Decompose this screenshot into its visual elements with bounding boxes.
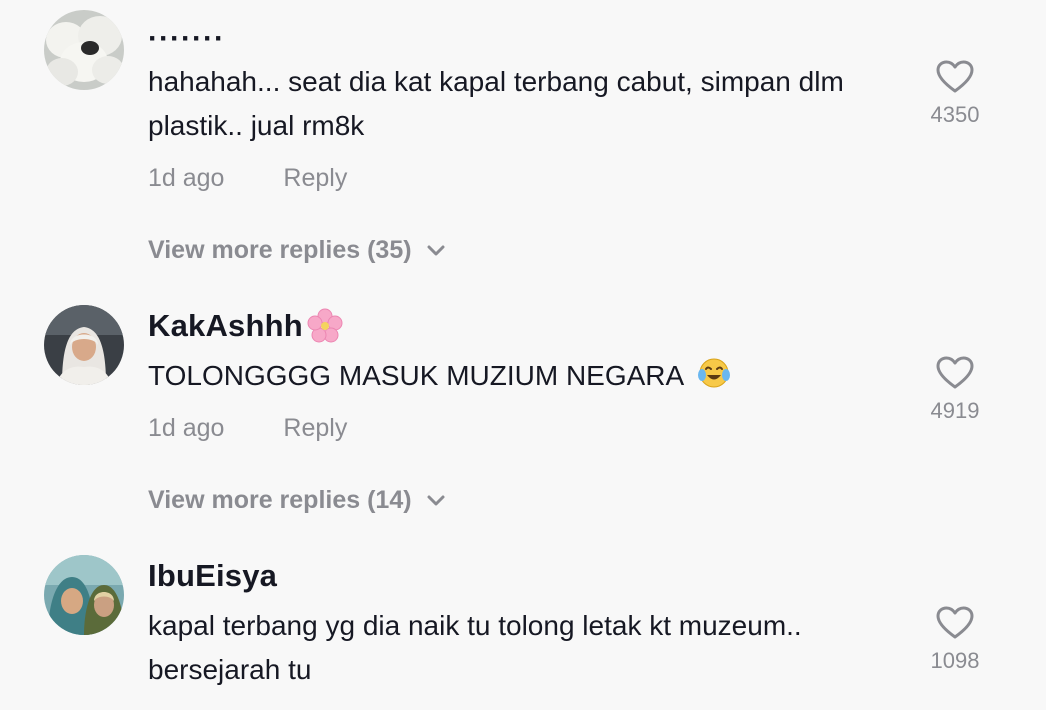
- reply-button[interactable]: Reply: [283, 414, 347, 442]
- comment-text: hahahah... seat dia kat kapal terbang ca…: [148, 66, 844, 141]
- timestamp: 1d ago: [148, 414, 225, 442]
- username[interactable]: KakAshhh: [148, 308, 343, 344]
- avatar[interactable]: [44, 305, 124, 385]
- username[interactable]: ·······: [148, 22, 225, 56]
- heart-outline-icon: [936, 60, 974, 93]
- view-more-label: View more replies (35): [148, 236, 412, 264]
- chevron-down-icon: [427, 245, 445, 255]
- view-more-replies-button[interactable]: View more replies (35): [148, 236, 446, 265]
- like-count: 1098: [930, 648, 980, 673]
- like-button[interactable]: 4350: [920, 60, 990, 128]
- timestamp: 1d ago: [148, 164, 225, 192]
- comment-text-content: TOLONGGGG MASUK MUZIUM NEGARA: [148, 360, 683, 391]
- like-count: 4350: [930, 102, 980, 127]
- comment-meta: 1d ago Reply: [148, 414, 347, 443]
- avatar[interactable]: [44, 10, 124, 90]
- username-text: KakAshhh: [148, 308, 303, 343]
- chevron-down-icon: [427, 495, 445, 505]
- comment-text: kapal terbang yg dia naik tu tolong leta…: [148, 610, 802, 685]
- heart-outline-icon: [936, 606, 974, 639]
- username[interactable]: IbuEisya: [148, 558, 277, 594]
- reply-button[interactable]: Reply: [283, 164, 347, 192]
- view-more-label: View more replies (14): [148, 486, 412, 514]
- view-more-replies-button[interactable]: View more replies (14): [148, 486, 446, 515]
- like-count: 4919: [930, 398, 980, 423]
- comment-meta: 1d ago Reply: [148, 164, 347, 193]
- face-with-tears-of-joy-icon: [698, 358, 731, 388]
- cherry-blossom-icon: [307, 308, 343, 343]
- avatar[interactable]: [44, 555, 124, 635]
- heart-outline-icon: [936, 356, 974, 389]
- comment-text: TOLONGGGG MASUK MUZIUM NEGARA: [148, 354, 888, 398]
- like-button[interactable]: 4919: [920, 356, 990, 424]
- like-button[interactable]: 1098: [920, 606, 990, 674]
